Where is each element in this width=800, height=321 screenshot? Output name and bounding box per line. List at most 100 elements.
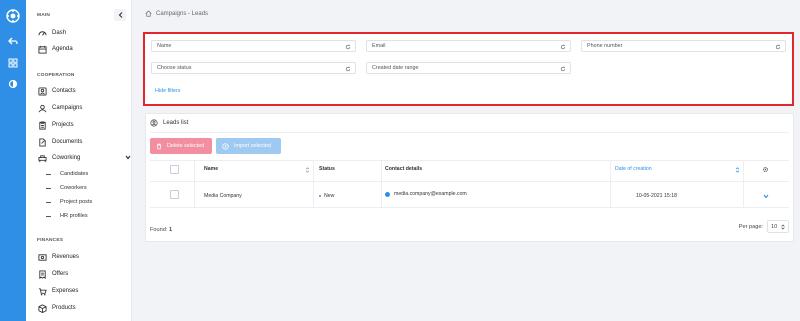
email-status-dot	[385, 191, 390, 197]
expand-row-icon[interactable]	[763, 194, 769, 199]
refresh-icon[interactable]	[560, 44, 566, 50]
sidebar-item-label: Dash	[52, 30, 67, 36]
refresh-icon[interactable]	[345, 44, 351, 50]
sort-icon[interactable]	[735, 167, 740, 173]
section-label-cooperation: COOPERATION	[37, 73, 75, 78]
row-status-text: New	[324, 193, 335, 199]
campaigns-icon	[37, 103, 47, 113]
status-dot	[319, 195, 321, 197]
back-icon[interactable]	[5, 33, 21, 49]
row-email[interactable]: media.company@example.com	[394, 191, 467, 197]
expenses-icon	[37, 286, 47, 296]
column-divider	[381, 160, 382, 207]
delete-selected-label: Delete selected	[167, 143, 205, 149]
status-filter-placeholder: Choose status	[157, 65, 192, 71]
per-page-select[interactable]: 10	[767, 220, 789, 233]
column-header-contact[interactable]: Contact details	[385, 166, 422, 172]
column-divider	[610, 160, 611, 207]
sidebar-item-label: Projects	[52, 122, 74, 128]
refresh-icon[interactable]	[775, 44, 781, 50]
found-label: Found:	[150, 227, 168, 233]
import-selected-button[interactable]: Import selected	[216, 138, 281, 154]
created-date-range-input[interactable]: Created date range	[366, 62, 571, 74]
email-filter-placeholder: Email	[372, 43, 386, 49]
sidebar-subitem-project-posts[interactable]: Project posts	[46, 197, 92, 207]
import-icon	[222, 142, 229, 150]
sidebar-item-contacts[interactable]: Contacts	[37, 85, 76, 97]
app-rail	[0, 0, 26, 321]
contacts-icon	[37, 86, 47, 96]
main-content: Campaigns - Leads Name Email Phone numbe…	[131, 0, 800, 321]
name-filter-input[interactable]: Name	[151, 40, 356, 52]
found-value: 1	[168, 227, 173, 233]
select-arrows-icon	[781, 224, 785, 229]
sidebar-item-dash[interactable]: Dash	[37, 27, 66, 39]
email-filter-input[interactable]: Email	[366, 40, 571, 52]
leads-list-title: Leads list	[150, 119, 188, 127]
sidebar-subitem-coworkers[interactable]: Coworkers	[46, 183, 87, 193]
phone-filter-input[interactable]: Phone number	[581, 40, 786, 52]
row-contact: media.company@example.com	[385, 191, 467, 197]
sidebar-item-label: Campaigns	[52, 105, 83, 111]
breadcrumb: Campaigns - Leads	[145, 10, 208, 17]
column-header-name[interactable]: Name	[204, 166, 218, 172]
filters-panel: Name Email Phone number Choose status Cr…	[143, 32, 794, 106]
app-logo-icon[interactable]	[5, 8, 21, 24]
status-filter-select[interactable]: Choose status	[151, 62, 356, 74]
breadcrumb-text: Campaigns - Leads	[156, 10, 209, 17]
theme-toggle-icon[interactable]	[5, 76, 21, 92]
sidebar-item-documents[interactable]: Documents	[37, 136, 82, 148]
dashboard-icon	[37, 28, 47, 38]
sidebar-item-projects[interactable]: Projects	[37, 119, 74, 131]
per-page-label: Per page:	[738, 223, 763, 230]
sidebar-subitem-label: HR profiles	[60, 213, 88, 219]
sidebar-subitem-hr-profiles[interactable]: HR profiles	[46, 211, 88, 221]
sidebar-subitem-candidates[interactable]: Candidates	[46, 169, 88, 179]
products-icon	[37, 303, 47, 313]
sidebar-item-agenda[interactable]: Agenda	[37, 43, 73, 55]
row-status: New	[319, 193, 334, 199]
sidebar-item-coworking[interactable]: Coworking	[37, 152, 131, 164]
name-filter-placeholder: Name	[157, 43, 172, 49]
grid-icon[interactable]	[5, 55, 21, 71]
column-divider	[743, 160, 744, 207]
refresh-icon[interactable]	[345, 66, 351, 72]
sidebar-item-campaigns[interactable]: Campaigns	[37, 102, 82, 114]
row-date: 10-05-2021 15:18	[636, 193, 677, 199]
sidebar-item-label: Offers	[52, 271, 69, 277]
select-all-checkbox[interactable]	[170, 165, 179, 174]
chevron-left-icon	[118, 12, 122, 18]
import-selected-label: Import selected	[234, 143, 271, 149]
sidebar-item-label: Documents	[52, 139, 83, 145]
revenues-icon	[37, 252, 47, 262]
sidebar-item-label: Expenses	[52, 288, 79, 294]
coworking-icon	[37, 153, 47, 163]
sidebar-item-offers[interactable]: Offers	[37, 268, 68, 280]
home-icon[interactable]	[145, 10, 152, 17]
created-date-placeholder: Created date range	[372, 65, 419, 71]
offers-icon	[37, 269, 47, 279]
refresh-icon[interactable]	[560, 66, 566, 72]
sidebar-item-label: Revenues	[52, 254, 80, 260]
per-page-value: 10	[771, 223, 778, 230]
dash-marker	[46, 187, 51, 189]
sidebar-item-revenues[interactable]: Revenues	[37, 251, 79, 263]
phone-filter-placeholder: Phone number	[587, 43, 623, 49]
table-top-border	[150, 160, 789, 161]
gear-icon[interactable]	[762, 166, 769, 173]
delete-selected-button[interactable]: Delete selected	[150, 138, 212, 154]
hide-filters-link[interactable]: Hide filters	[155, 88, 180, 94]
collapse-sidebar-button[interactable]	[114, 9, 126, 21]
sidebar-item-products[interactable]: Products	[37, 302, 76, 314]
section-label-finances: FINANCES	[37, 238, 64, 243]
row-name: Media Company	[204, 193, 242, 199]
column-header-status[interactable]: Status	[319, 166, 335, 172]
sidebar-item-expenses[interactable]: Expenses	[37, 285, 78, 297]
leads-list-title-text: Leads list	[163, 120, 189, 126]
sort-icon[interactable]	[305, 167, 310, 173]
column-header-date[interactable]: Date of creation	[615, 166, 652, 172]
sidebar: MAIN Dash Agenda COOPERATION Contacts Ca…	[26, 0, 132, 321]
dash-marker	[46, 201, 51, 203]
row-checkbox[interactable]	[170, 190, 179, 199]
found-count: Found: 1	[150, 227, 172, 233]
